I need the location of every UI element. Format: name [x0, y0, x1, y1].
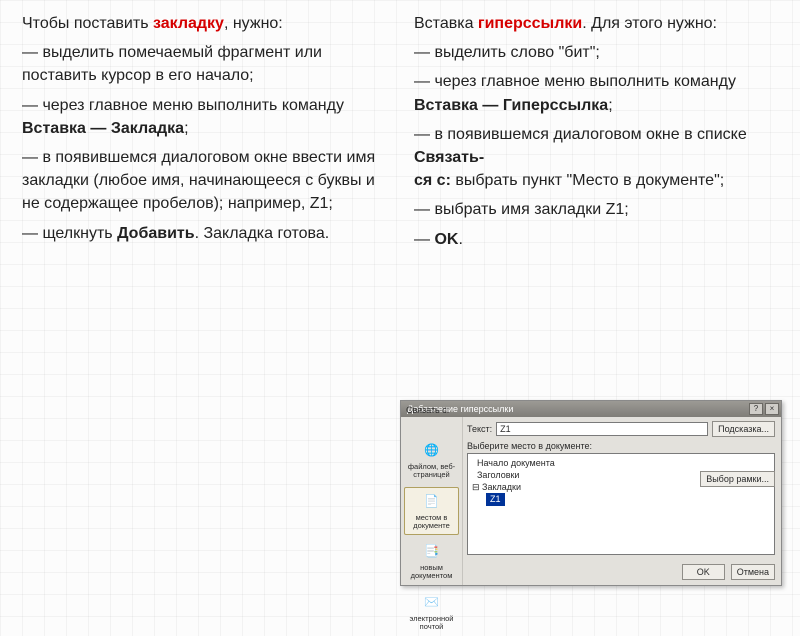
left-step-4: — щелкнуть Добавить. Закладка готова. — [22, 222, 386, 245]
right-step-5: — OK. — [414, 228, 778, 251]
sidebar-item-label: местом в документе — [413, 514, 450, 531]
text: . Закладка готова. — [195, 225, 330, 242]
cancel-button[interactable]: Отмена — [731, 564, 775, 580]
choose-place-label: Выберите место в документе: — [467, 441, 775, 451]
highlight-bookmark: закладку — [153, 15, 224, 32]
text: . — [458, 231, 462, 248]
add-word: Добавить — [117, 225, 195, 242]
close-icon[interactable]: × — [765, 403, 779, 415]
display-text-input[interactable]: Z1 — [496, 422, 708, 436]
left-step-2: — через главное меню выполнить команду В… — [22, 94, 386, 140]
menu-path: Вставка — Гиперссылка — [414, 97, 608, 114]
text-label: Текст: — [467, 424, 492, 434]
link-with-label: Связать с: — [406, 405, 449, 415]
dialog-titlebar[interactable]: Добавление гиперссылки ? × — [401, 401, 781, 417]
left-intro: Чтобы поставить закладку, нужно: — [22, 12, 386, 35]
left-step-3: — в появившемся диалоговом окне ввести и… — [22, 146, 386, 216]
ok-word: OK — [434, 231, 458, 248]
target-frame-button[interactable]: Выбор рамки... — [700, 471, 775, 487]
left-step-1: — выделить помечаемый фрагмент или поста… — [22, 41, 386, 87]
text: ; — [608, 97, 612, 114]
sidebar-item-new-doc[interactable]: 📑 новым документом — [404, 537, 459, 586]
text: Вставка — [414, 15, 478, 32]
sidebar-item-email[interactable]: ✉️ электронной почтой — [404, 588, 459, 636]
right-step-4: — выбрать имя закладки Z1; — [414, 198, 778, 221]
right-column: Вставка гиперссылки. Для этого нужно: — … — [414, 12, 778, 257]
link-target-sidebar: Связать с: 🌐 файлом, веб- страницей 📄 ме… — [401, 417, 463, 585]
globe-icon: 🌐 — [422, 441, 442, 461]
text: , нужно: — [224, 15, 283, 32]
place-tree[interactable]: Начало документа Заголовки ⊟ Закладки Z1 — [467, 453, 775, 555]
text: — щелкнуть — [22, 225, 117, 242]
tree-node-top[interactable]: Начало документа — [472, 457, 770, 469]
hyperlink-dialog: Добавление гиперссылки ? × Связать с: 🌐 … — [400, 400, 782, 586]
sidebar-item-place-in-doc[interactable]: 📄 местом в документе — [404, 487, 459, 536]
text: Чтобы поставить — [22, 15, 153, 32]
menu-path: Вставка — Закладка — [22, 120, 184, 137]
text: — — [414, 231, 434, 248]
right-step-3: — в появившемся диалоговом окне в списке… — [414, 123, 778, 193]
document-target-icon: 📄 — [422, 492, 442, 512]
sidebar-item-label: электронной почтой — [410, 615, 454, 632]
new-document-icon: 📑 — [422, 542, 442, 562]
help-icon[interactable]: ? — [749, 403, 763, 415]
left-column: Чтобы поставить закладку, нужно: — выдел… — [22, 12, 386, 257]
text: выбрать пункт "Место в документе"; — [451, 172, 724, 189]
text: — через главное меню выполнить команду — [414, 73, 736, 90]
sidebar-item-label: новым документом — [411, 564, 453, 581]
text: — в появившемся диалоговом окне в списке — [414, 126, 747, 143]
text: — через главное меню выполнить команду — [22, 97, 344, 114]
ok-button[interactable]: OK — [682, 564, 725, 580]
text: . Для этого нужно: — [582, 15, 717, 32]
screen-tip-button[interactable]: Подсказка... — [712, 421, 775, 437]
highlight-hyperlink: гиперссылки — [478, 15, 582, 32]
email-icon: ✉️ — [422, 593, 442, 613]
right-step-1: — выделить слово "бит"; — [414, 41, 778, 64]
sidebar-item-file[interactable]: 🌐 файлом, веб- страницей — [404, 436, 459, 485]
sidebar-item-label: файлом, веб- страницей — [408, 463, 455, 480]
right-intro: Вставка гиперссылки. Для этого нужно: — [414, 12, 778, 35]
tree-leaf-selected[interactable]: Z1 — [486, 493, 505, 505]
right-step-2: — через главное меню выполнить команду В… — [414, 70, 778, 116]
text: ; — [184, 120, 188, 137]
